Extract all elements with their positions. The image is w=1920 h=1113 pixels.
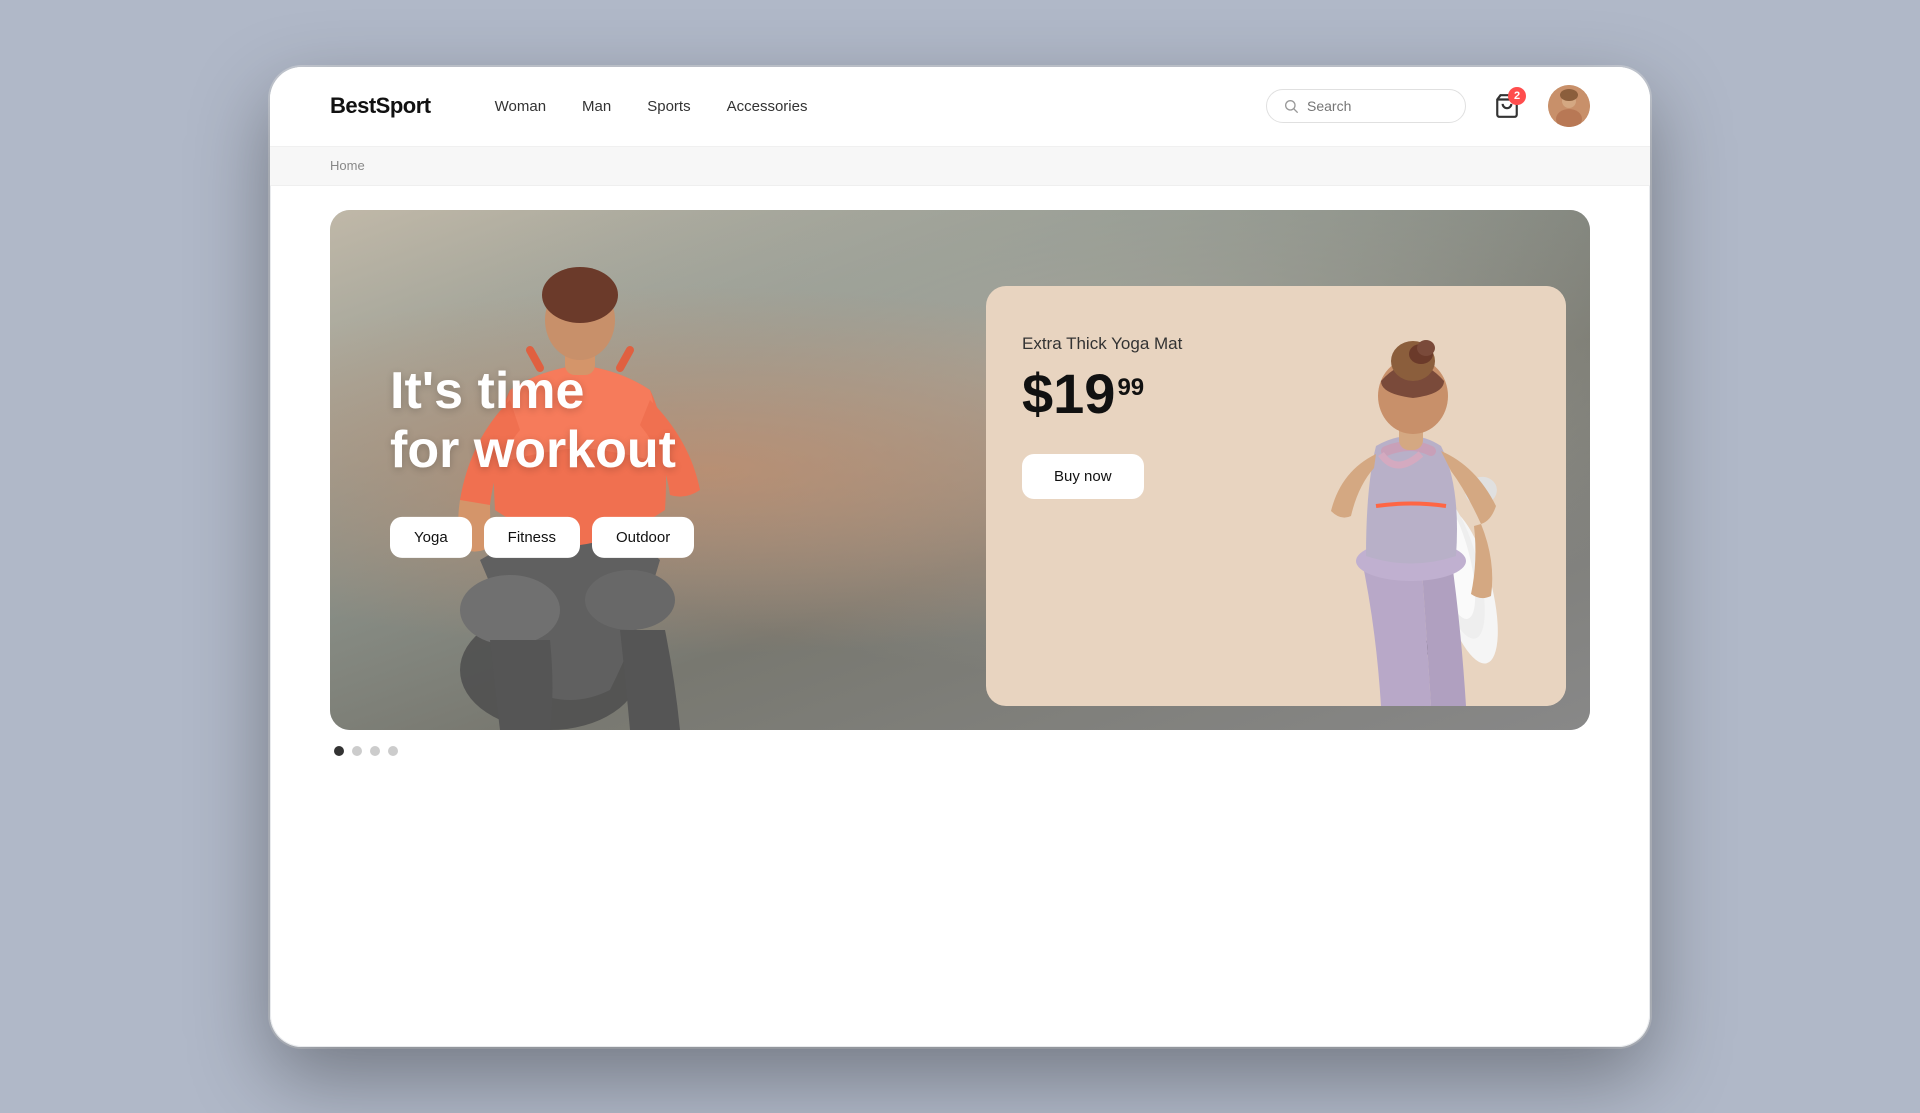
cart-badge: 2 [1508,87,1526,105]
yoga-woman-svg [1266,306,1566,706]
fitness-button[interactable]: Fitness [484,517,580,558]
dot-2[interactable] [352,746,362,756]
navbar: BestSport Woman Man Sports Accessories [270,67,1650,147]
avatar-image [1548,85,1590,127]
nav-accessories[interactable]: Accessories [727,98,808,115]
price-main: $19 [1022,366,1115,422]
avatar-svg [1548,85,1590,127]
outdoor-button[interactable]: Outdoor [592,517,694,558]
nav-woman[interactable]: Woman [495,98,546,115]
breadcrumb[interactable]: Home [330,158,365,173]
product-card: Extra Thick Yoga Mat $19 99 Buy now [986,286,1566,706]
search-icon [1283,98,1299,114]
dot-4[interactable] [388,746,398,756]
dot-3[interactable] [370,746,380,756]
nav-right: 2 [1266,85,1590,127]
main-content: It's time for workout Yoga Fitness Outdo… [270,186,1650,796]
nav-man[interactable]: Man [582,98,611,115]
cart-button[interactable]: 2 [1486,85,1528,127]
pagination-dots [330,746,1590,756]
buy-now-button[interactable]: Buy now [1022,454,1144,499]
brand-logo[interactable]: BestSport [330,93,431,119]
hero-category-buttons: Yoga Fitness Outdoor [390,517,694,558]
hero-title: It's time for workout [390,361,694,481]
breadcrumb-bar: Home [270,147,1650,186]
hero-banner: It's time for workout Yoga Fitness Outdo… [330,210,1590,730]
dot-1[interactable] [334,746,344,756]
search-box[interactable] [1266,89,1466,123]
nav-sports[interactable]: Sports [647,98,690,115]
device-frame: BestSport Woman Man Sports Accessories [270,67,1650,1047]
user-avatar[interactable] [1548,85,1590,127]
nav-links: Woman Man Sports Accessories [495,98,1218,115]
price-cents: 99 [1117,374,1144,402]
yoga-button[interactable]: Yoga [390,517,472,558]
search-input[interactable] [1307,98,1449,114]
hero-text-area: It's time for workout Yoga Fitness Outdo… [390,361,694,558]
product-image-area [1246,286,1566,706]
